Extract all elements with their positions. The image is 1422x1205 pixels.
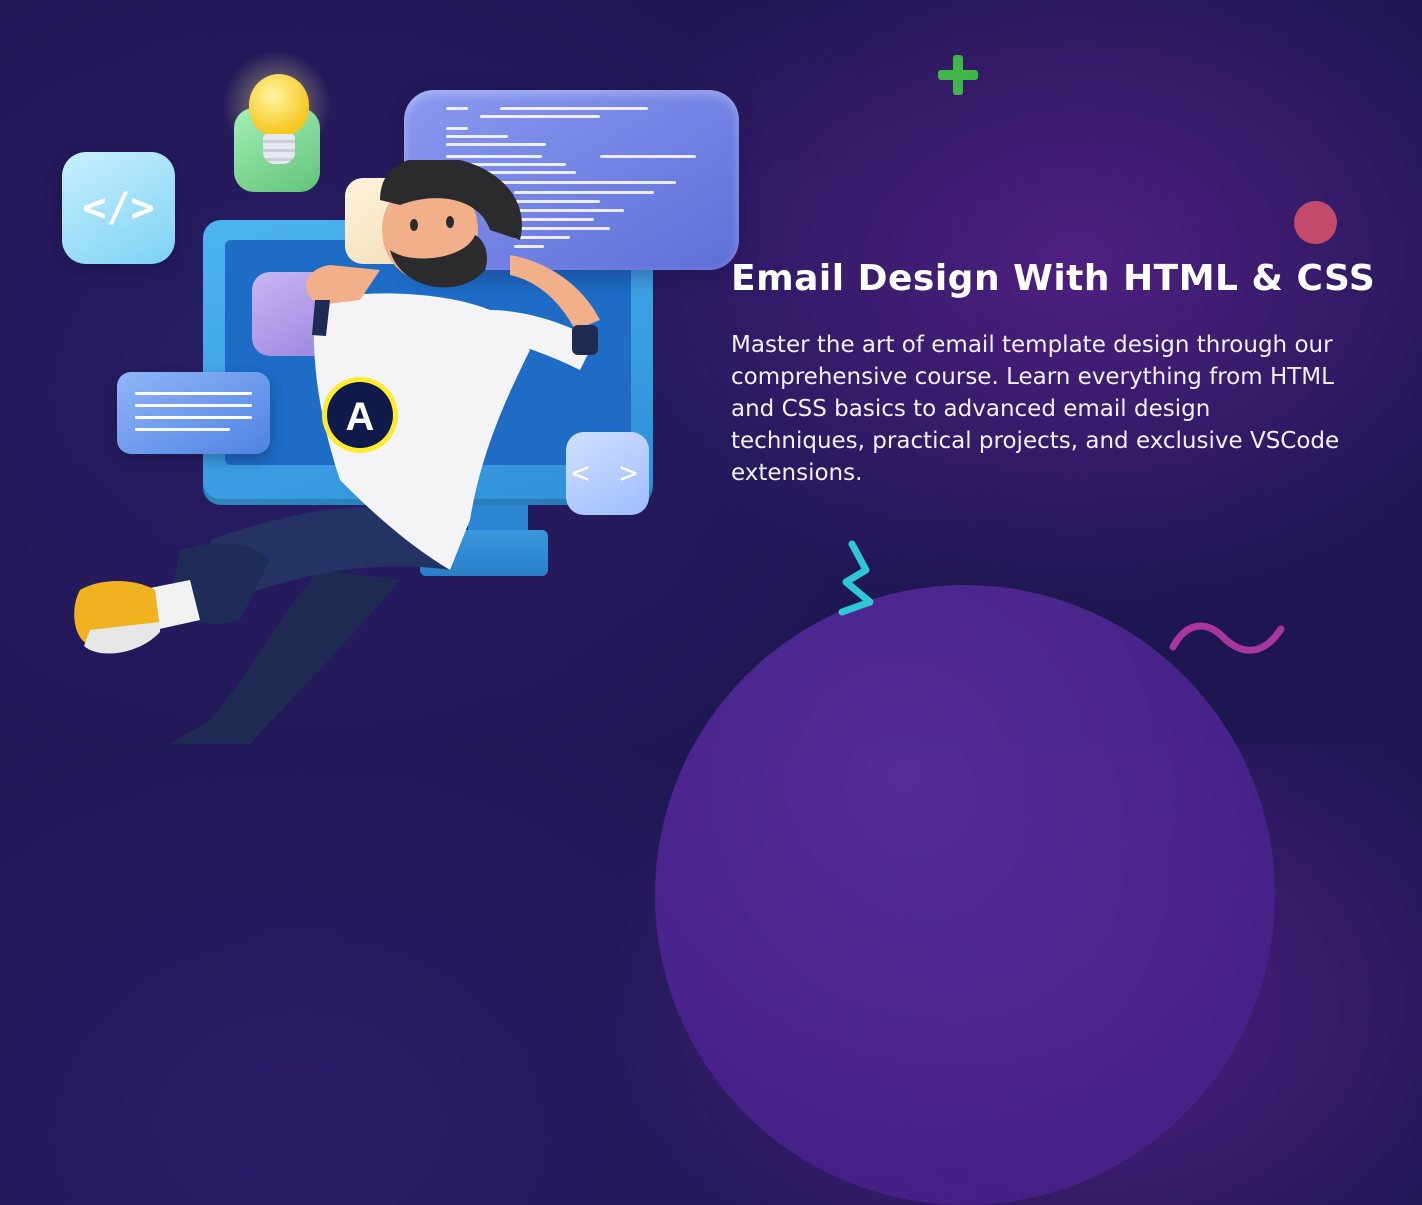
shirt-logo: A (346, 395, 375, 439)
hero-banner: </> < > A Email Design With HTML & CSS M… (0, 0, 1422, 1205)
hero-description: Master the art of email template design … (731, 332, 1340, 486)
zigzag-icon (838, 540, 874, 616)
hero-copy: Email Design With HTML & CSS Master the … (731, 255, 1376, 489)
wave-icon (1169, 622, 1285, 654)
page-title: Email Design With HTML & CSS (731, 258, 1376, 299)
lightbulb-icon (249, 74, 309, 136)
character-illustration: A (74, 160, 600, 744)
illustration: </> < > A (0, 0, 760, 744)
dot-decoration (1294, 201, 1337, 244)
plus-icon (938, 55, 978, 95)
